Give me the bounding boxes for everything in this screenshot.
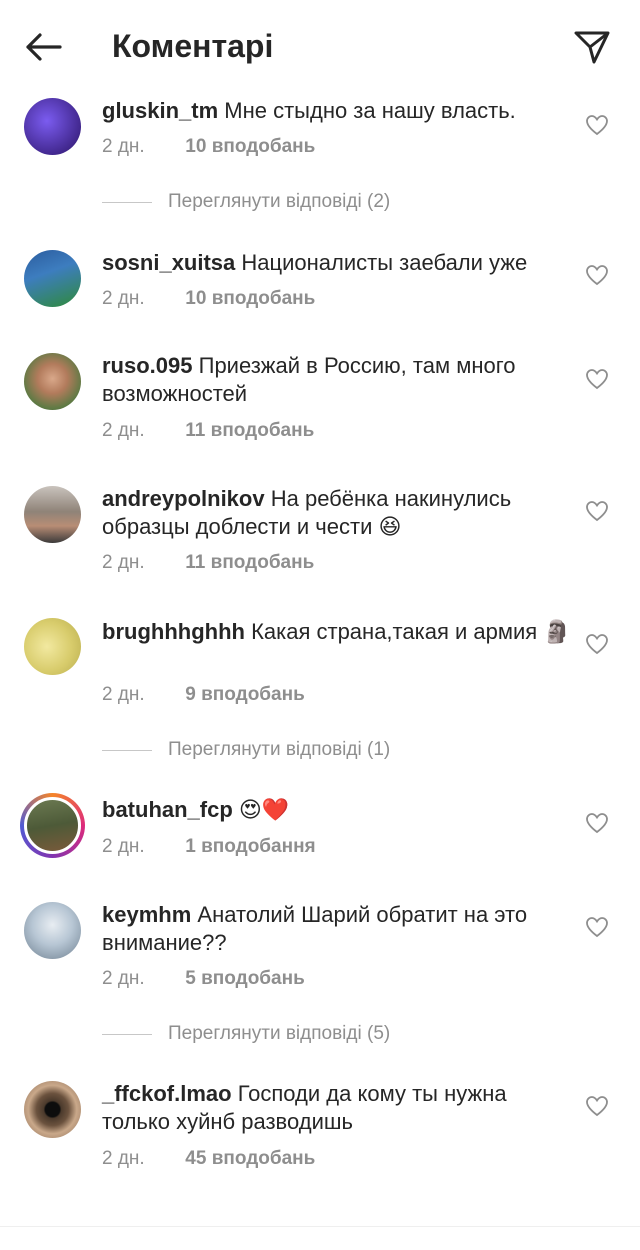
comment-time: 2 дн. [102, 136, 145, 157]
comment-username[interactable]: _ffckof.lmao [102, 1081, 232, 1106]
comment-likes[interactable]: 1 вподобання [185, 836, 315, 857]
view-replies-text: Переглянути відповіді (2) [168, 191, 391, 212]
comment-likes[interactable]: 5 вподобань [185, 968, 304, 989]
comment-time: 2 дн. [102, 552, 145, 573]
comment-time: 2 дн. [102, 288, 145, 309]
heart-icon[interactable] [585, 500, 609, 522]
avatar[interactable] [24, 353, 81, 410]
comment-time: 2 дн. [102, 420, 145, 441]
avatar[interactable] [20, 793, 85, 858]
moai-emoji: 🗿 [543, 620, 571, 645]
view-replies-link[interactable]: Переглянути відповіді (1) [102, 738, 390, 762]
comment-time: 2 дн. [102, 968, 145, 989]
view-replies-link[interactable]: Переглянути відповіді (2) [102, 190, 390, 214]
avatar[interactable] [24, 486, 81, 543]
heart-icon[interactable] [585, 368, 609, 390]
heart-icon[interactable] [585, 633, 609, 655]
heart-icon[interactable] [585, 114, 609, 136]
comment-text: Националисты заебали уже [241, 250, 528, 275]
avatar[interactable] [24, 98, 81, 155]
comment-time: 2 дн. [102, 684, 145, 705]
comment-likes[interactable]: 11 вподобань [185, 420, 314, 441]
comment-time: 2 дн. [102, 1148, 145, 1169]
comment-likes[interactable]: 45 вподобань [185, 1148, 315, 1169]
arrow-left-icon [26, 33, 62, 61]
header-bar: Коментарі [0, 0, 640, 92]
comment-text: Мне стыдно за нашу власть. [224, 98, 516, 123]
comment-likes[interactable]: 10 вподобань [185, 136, 315, 157]
heart-icon[interactable] [585, 264, 609, 286]
comment-username[interactable]: brughhhghhh [102, 619, 245, 644]
comment-composer-edge [0, 1226, 640, 1250]
comment-likes[interactable]: 9 вподобань [185, 684, 304, 705]
avatar[interactable] [24, 250, 81, 307]
divider-line [102, 1033, 152, 1035]
avatar[interactable] [24, 902, 81, 959]
view-replies-text: Переглянути відповіді (5) [168, 1023, 391, 1044]
comment-text: Какая страна,такая и армия [251, 619, 538, 644]
view-replies-text: Переглянути відповіді (1) [168, 739, 391, 760]
comment-time: 2 дн. [102, 836, 145, 857]
paper-plane-icon [574, 31, 610, 64]
comment-likes[interactable]: 11 вподобань [185, 552, 314, 573]
comment-username[interactable]: batuhan_fcp [102, 797, 233, 822]
laughing-emoji: 😆 [378, 515, 402, 540]
heart-icon[interactable] [585, 916, 609, 938]
heart-icon[interactable] [585, 1095, 609, 1117]
heart-icon[interactable] [585, 812, 609, 834]
comment-username[interactable]: keymhm [102, 902, 191, 927]
page-title: Коментарі [112, 28, 274, 64]
divider-line [102, 749, 152, 751]
view-replies-link[interactable]: Переглянути відповіді (5) [102, 1022, 390, 1046]
divider-line [102, 201, 152, 203]
avatar[interactable] [24, 1081, 81, 1138]
comment-username[interactable]: sosni_xuitsa [102, 250, 235, 275]
avatar[interactable] [24, 618, 81, 675]
comment-username[interactable]: andreypolnikov [102, 486, 265, 511]
comment-username[interactable]: ruso.095 [102, 353, 193, 378]
back-button[interactable] [22, 26, 64, 68]
comment-likes[interactable]: 10 вподобань [185, 288, 315, 309]
comment-username[interactable]: gluskin_tm [102, 98, 218, 123]
heart-eyes-emoji: 😍❤️ [238, 798, 290, 823]
share-button[interactable] [570, 26, 614, 68]
avatar-image [24, 797, 81, 854]
